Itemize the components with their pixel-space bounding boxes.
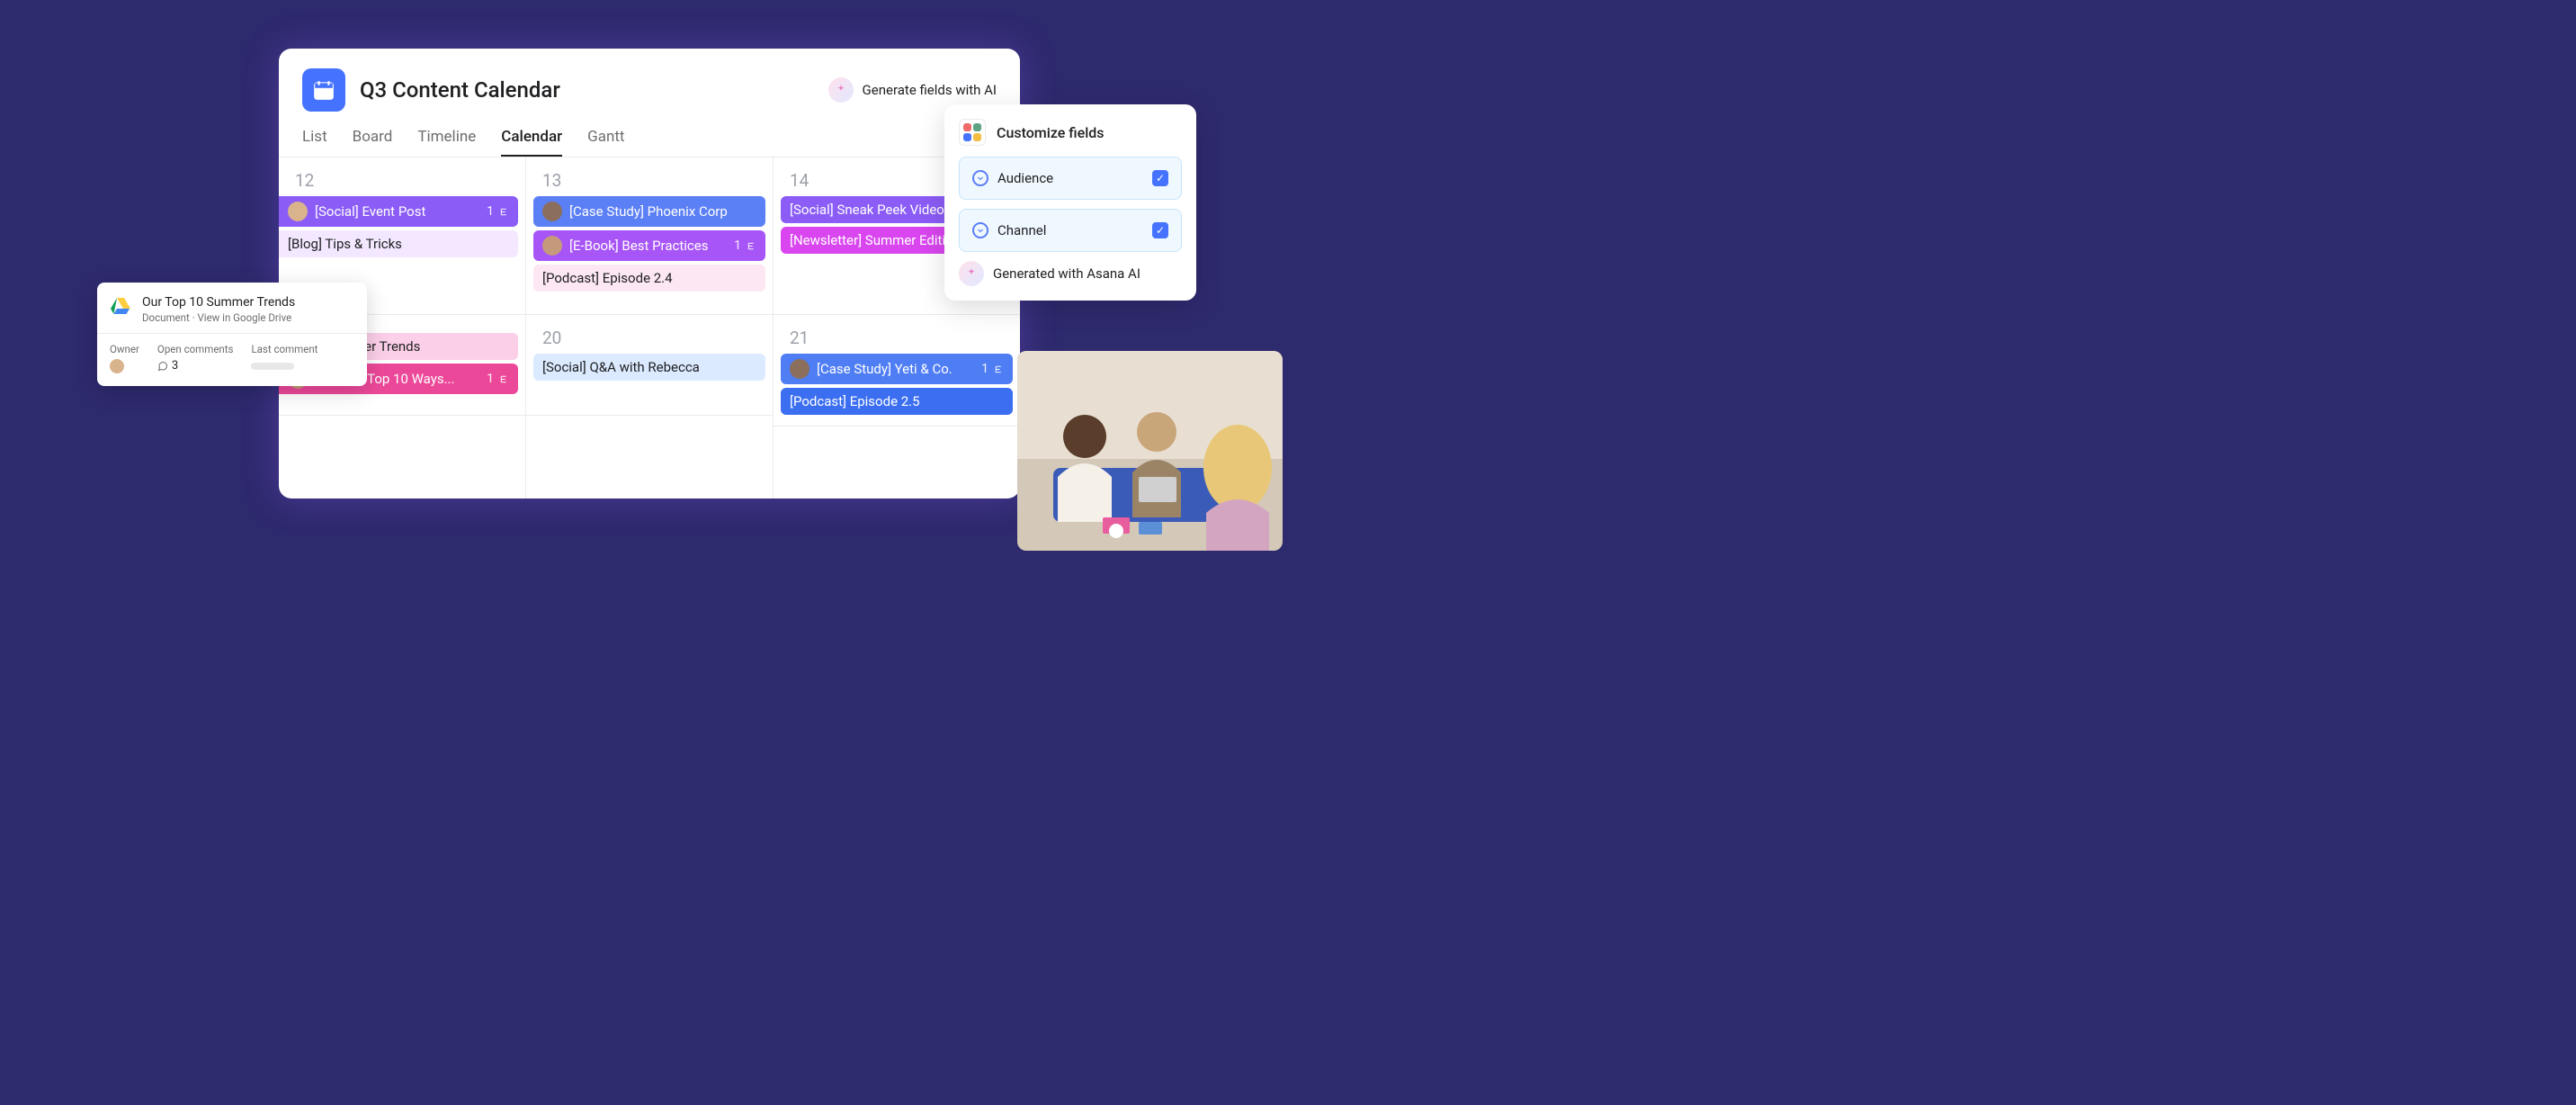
last-comment-heading: Last comment (251, 343, 318, 355)
generated-with-ai: Generated with Asana AI (959, 261, 1182, 286)
page-title: Q3 Content Calendar (360, 77, 560, 103)
subtask-icon (992, 364, 1004, 375)
placeholder-bar (251, 363, 294, 370)
task-label: [Newsletter] Summer Edition (790, 232, 961, 248)
comments-heading: Open comments (157, 343, 234, 355)
field-label: Audience (997, 170, 1143, 186)
task-label: [Social] Event Post (315, 203, 425, 220)
avatar (110, 359, 124, 373)
task-label: [Podcast] Episode 2.5 (790, 393, 920, 409)
calendar-col: 13 [Case Study] Phoenix Corp [E-Book] Be… (526, 157, 774, 499)
task-card[interactable]: [Blog] Tips & Tricks (279, 230, 518, 257)
avatar (542, 202, 562, 221)
tab-list[interactable]: List (302, 128, 327, 157)
task-card[interactable]: [E-Book] Best Practices 1 (533, 230, 765, 261)
day-number: 13 (533, 165, 765, 196)
ai-link-label: Generate fields with AI (863, 82, 997, 98)
task-card[interactable]: [Case Study] Yeti & Co. 1 (781, 354, 1013, 384)
subtask-icon (745, 240, 756, 252)
task-label: [Blog] Tips & Tricks (288, 236, 402, 252)
sparkle-icon (828, 77, 854, 103)
day-number: 12 (286, 165, 518, 196)
sparkle-icon (959, 261, 984, 286)
task-label: [Podcast] Episode 2.4 (542, 270, 673, 286)
task-label: [Case Study] Phoenix Corp (569, 203, 728, 220)
dropdown-icon (972, 170, 988, 186)
team-photo (1017, 351, 1283, 551)
calendar-icon (302, 68, 345, 112)
task-label: [E-Book] Best Practices (569, 238, 708, 254)
subtask-icon (497, 206, 509, 218)
task-label: [Social] Q&A with Rebecca (542, 359, 700, 375)
tab-board[interactable]: Board (353, 128, 393, 157)
view-tabs: List Board Timeline Calendar Gantt (279, 112, 1020, 157)
owner-heading: Owner (110, 343, 139, 355)
checkbox-checked-icon[interactable]: ✓ (1152, 170, 1168, 186)
checkbox-checked-icon[interactable]: ✓ (1152, 222, 1168, 238)
calendar-grid: 12 [Social] Event Post 1 [Blog] Tips & T… (279, 157, 1020, 499)
drive-attachment-card[interactable]: Our Top 10 Summer Trends Document · View… (97, 283, 367, 386)
drive-doc-subtitle: Document · View in Google Drive (142, 311, 295, 324)
day-number: 20 (533, 322, 765, 354)
tab-gantt[interactable]: Gantt (587, 128, 624, 157)
task-card[interactable]: [Social] Q&A with Rebecca (533, 354, 765, 381)
field-channel[interactable]: Channel ✓ (959, 209, 1182, 252)
day-number: 21 (781, 322, 1013, 354)
dropdown-icon (972, 222, 988, 238)
subtask-icon (497, 373, 509, 385)
field-audience[interactable]: Audience ✓ (959, 157, 1182, 200)
task-card[interactable]: [Case Study] Phoenix Corp (533, 196, 765, 227)
generated-label: Generated with Asana AI (993, 265, 1140, 282)
google-drive-icon (110, 295, 131, 317)
comment-icon (157, 361, 168, 372)
field-label: Channel (997, 222, 1143, 238)
drive-doc-title: Our Top 10 Summer Trends (142, 295, 295, 310)
task-card[interactable]: [Social] Event Post 1 (279, 196, 518, 227)
customize-fields-panel: Customize fields Audience ✓ Channel ✓ Ge… (944, 104, 1196, 301)
calendar-window: Q3 Content Calendar Generate fields with… (279, 49, 1020, 499)
task-card[interactable]: [Podcast] Episode 2.4 (533, 265, 765, 292)
task-label: [Case Study] Yeti & Co. (817, 361, 953, 377)
tab-timeline[interactable]: Timeline (417, 128, 476, 157)
tab-calendar[interactable]: Calendar (501, 128, 562, 157)
avatar (542, 236, 562, 256)
comments-count: 3 (157, 359, 234, 373)
header: Q3 Content Calendar Generate fields with… (279, 49, 1020, 112)
avatar (288, 202, 308, 221)
avatar (790, 359, 809, 379)
task-card[interactable]: [Podcast] Episode 2.5 (781, 388, 1013, 415)
generate-fields-ai-button[interactable]: Generate fields with AI (828, 77, 997, 103)
fields-icon (959, 119, 986, 146)
customize-fields-title: Customize fields (997, 124, 1105, 141)
task-label: [Social] Sneak Peek Video (790, 202, 944, 218)
